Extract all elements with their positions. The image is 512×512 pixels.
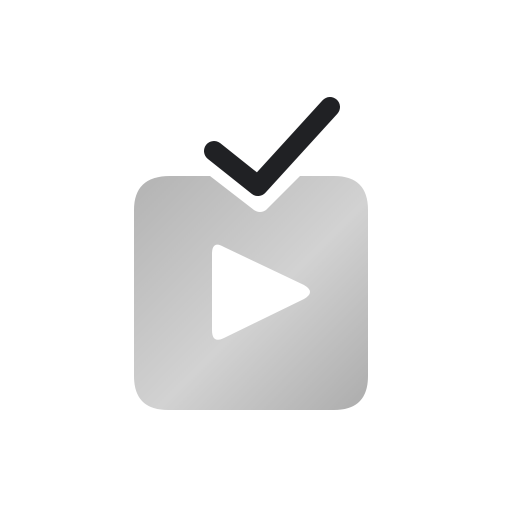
checkmark-icon xyxy=(204,97,340,196)
icon-canvas xyxy=(0,0,512,512)
tv-play-checkmark-icon xyxy=(134,97,368,410)
